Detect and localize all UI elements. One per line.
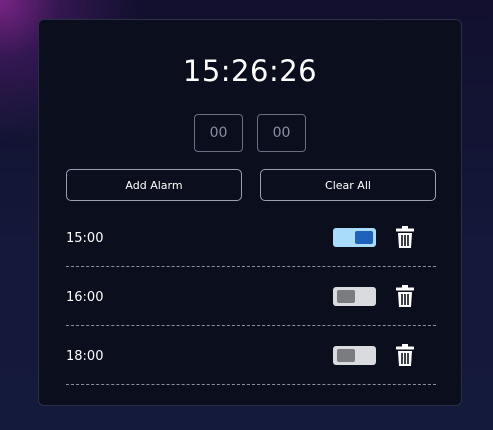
alarm-list: 15:00 16:00 18:00 [66, 208, 436, 385]
trash-icon[interactable] [394, 343, 416, 367]
toggle-knob [355, 230, 373, 244]
minutes-input[interactable] [257, 114, 306, 152]
hours-input[interactable] [194, 114, 243, 152]
clear-all-button[interactable]: Clear All [260, 169, 436, 201]
alarm-item: 16:00 [66, 267, 436, 326]
alarm-time: 18:00 [66, 348, 104, 364]
toggle-knob [337, 289, 355, 303]
alarm-item: 18:00 [66, 326, 436, 385]
alarm-toggle[interactable] [333, 227, 376, 247]
alarm-item: 15:00 [66, 208, 436, 267]
alarm-toggle[interactable] [333, 286, 376, 306]
alarm-toggle[interactable] [333, 345, 376, 365]
toggle-knob [337, 348, 355, 362]
trash-icon[interactable] [394, 284, 416, 308]
action-buttons: Add Alarm Clear All [66, 169, 436, 201]
alarm-card: 15:26:26 Add Alarm Clear All 15:00 [38, 19, 462, 406]
alarm-time: 15:00 [66, 230, 104, 246]
alarm-time: 16:00 [66, 289, 104, 305]
trash-icon[interactable] [394, 225, 416, 249]
add-alarm-button[interactable]: Add Alarm [66, 169, 242, 201]
alarm-time-inputs [39, 114, 461, 152]
current-time-display: 15:26:26 [182, 54, 318, 88]
